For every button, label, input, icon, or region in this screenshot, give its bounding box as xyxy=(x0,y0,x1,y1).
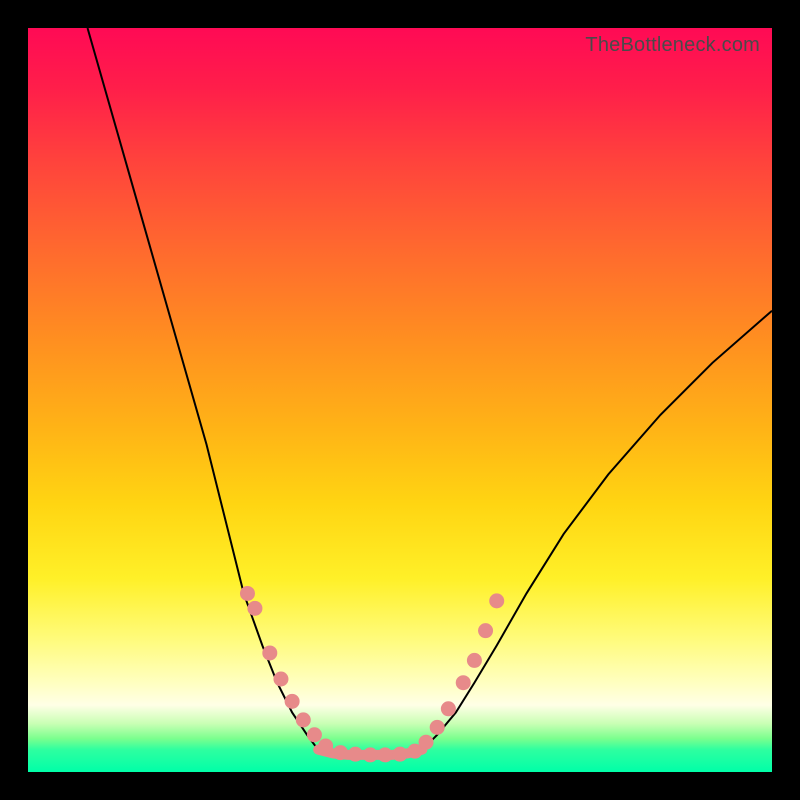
chart-frame: TheBottleneck.com xyxy=(0,0,800,800)
plot-area: TheBottleneck.com xyxy=(28,28,772,772)
curve-svg xyxy=(28,28,772,772)
marker-dots xyxy=(240,586,504,762)
curve-lines xyxy=(88,28,772,755)
